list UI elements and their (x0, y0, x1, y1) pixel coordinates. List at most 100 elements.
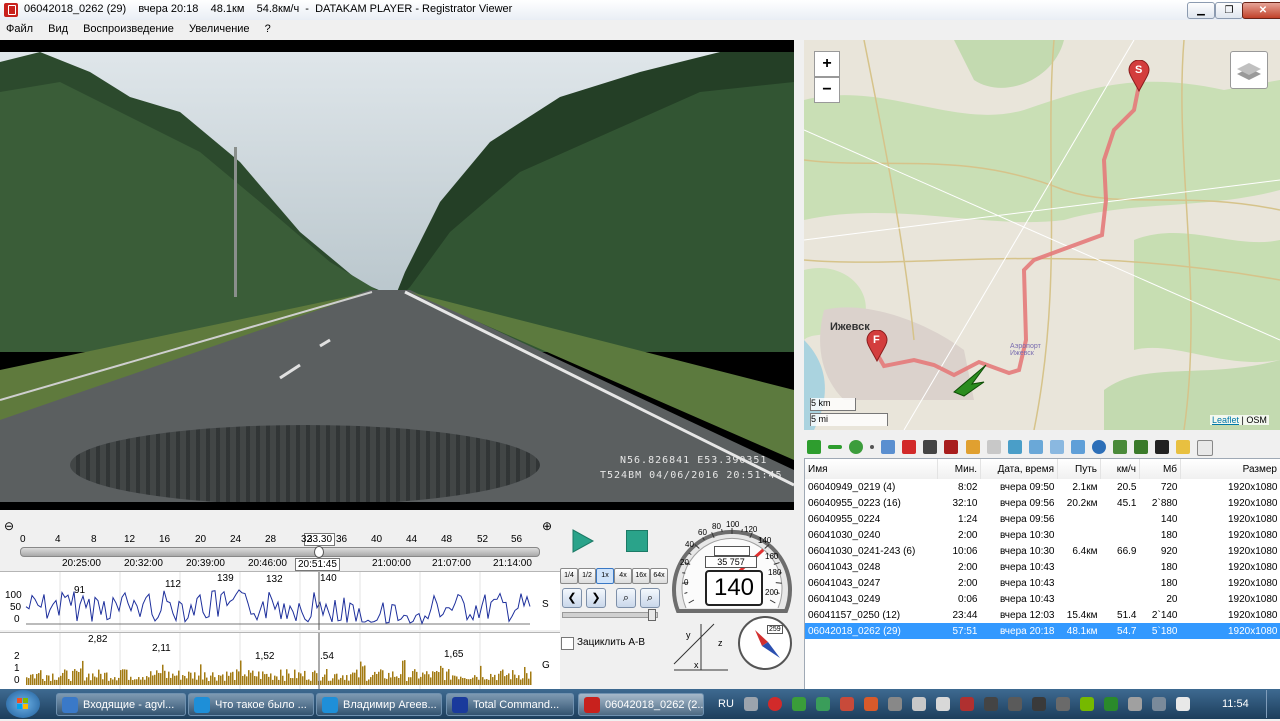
tray-tool-icon[interactable] (888, 697, 902, 711)
column-speed[interactable]: км/ч (1101, 459, 1140, 479)
speed-graph[interactable]: 100 50 0 S 91 112 139 132 140 (0, 571, 560, 630)
cut-icon[interactable] (987, 440, 1001, 454)
refresh-icon[interactable] (849, 440, 863, 454)
layers-button[interactable] (1230, 51, 1268, 89)
add-icon[interactable] (807, 440, 821, 454)
map-zoom-in-button[interactable]: + (814, 51, 840, 77)
column-datetime[interactable]: Дата, время (981, 459, 1058, 479)
next-frame-button[interactable]: ❯ (586, 588, 606, 608)
table-row[interactable]: 06040949_0219 (4)8:02вчера 09:502.1км20.… (805, 479, 1280, 495)
tray-monitor-icon[interactable] (984, 697, 998, 711)
volume-thumb[interactable] (648, 609, 656, 621)
table-row[interactable]: 06040955_0223 (16)32:10вчера 09:5620.2км… (805, 495, 1280, 511)
zoom-video-button[interactable]: ⌕ (616, 588, 636, 608)
menu-file[interactable]: Файл (0, 20, 39, 38)
export-icon[interactable] (944, 440, 958, 454)
table-row[interactable]: 06041030_02402:00вчера 10:301801920x1080 (805, 527, 1280, 543)
task-mail[interactable]: Входящие - agvl... (56, 693, 186, 716)
task-ie-2[interactable]: Владимир Агеев... (316, 693, 442, 716)
maximize-button[interactable]: ❐ (1215, 2, 1243, 19)
map-icon[interactable] (1134, 440, 1148, 454)
leaflet-link[interactable]: Leaflet (1212, 415, 1239, 425)
column-distance[interactable]: Путь (1058, 459, 1101, 479)
tray-green-icon[interactable] (1104, 697, 1118, 711)
clock[interactable]: 11:54 (1222, 698, 1249, 710)
language-indicator[interactable]: RU (718, 698, 734, 710)
table-row[interactable]: 06041157_0250 (12)23:44вчера 12:0315.4км… (805, 607, 1280, 623)
tray-mail-icon[interactable] (816, 697, 830, 711)
speed-4x-button[interactable]: 4x (614, 568, 632, 584)
save-icon[interactable] (923, 440, 937, 454)
table-row[interactable]: 06041043_02472:00вчера 10:431801920x1080 (805, 575, 1280, 591)
tray-vpn-icon[interactable] (792, 697, 806, 711)
table-row[interactable]: 06041030_0241-243 (6)10:06вчера 10:306.4… (805, 543, 1280, 559)
column-minutes[interactable]: Мин. (938, 459, 981, 479)
table-row[interactable]: 06040955_02241:24вчера 09:561401920x1080 (805, 511, 1280, 527)
speed-1x-button[interactable]: 1x (596, 568, 614, 584)
column-mb[interactable]: Мб (1140, 459, 1181, 479)
speed-64x-button[interactable]: 64x (650, 568, 668, 584)
remove-icon[interactable] (828, 445, 842, 449)
menu-playback[interactable]: Воспроизведение (77, 20, 180, 38)
column-resolution[interactable]: Размер (1181, 459, 1280, 479)
tray-media-icon[interactable] (960, 697, 974, 711)
ab-loop-checkbox[interactable] (561, 637, 574, 650)
zoom-in-icon[interactable]: ⊕ (542, 519, 552, 533)
film-icon[interactable] (1155, 440, 1169, 454)
menu-help[interactable]: ? (259, 20, 277, 38)
tray-doc-icon[interactable] (1008, 697, 1022, 711)
tray-nvidia-icon[interactable] (1080, 697, 1094, 711)
tray-antivirus-icon[interactable] (864, 697, 878, 711)
menu-view[interactable]: Вид (42, 20, 74, 38)
folder-icon[interactable] (1176, 440, 1190, 454)
table-row[interactable]: 06042018_0262 (29)57:51вчера 20:1848.1км… (805, 623, 1280, 639)
table-row[interactable]: 06041043_02490:06вчера 10:43201920x1080 (805, 591, 1280, 607)
map-zoom-out-button[interactable]: − (814, 77, 840, 103)
copy-icon[interactable] (881, 440, 895, 454)
prev-frame-button[interactable]: ❮ (562, 588, 582, 608)
show-desktop-button[interactable] (1266, 690, 1279, 718)
task-total-commander[interactable]: Total Command... (446, 693, 574, 716)
column-name[interactable]: Имя (805, 459, 938, 479)
timeline-thumb[interactable] (314, 546, 324, 558)
task-datakam[interactable]: 06042018_0262 (2... (578, 693, 704, 716)
tray-window-icon[interactable] (936, 697, 950, 711)
arrow-icon[interactable] (966, 440, 980, 454)
volume-slider[interactable] (562, 612, 658, 618)
tray-shield-icon[interactable] (1056, 697, 1070, 711)
close-button[interactable]: ✕ (1242, 2, 1280, 19)
tray-app-icon[interactable] (840, 697, 854, 711)
timeline-slider[interactable] (20, 547, 540, 557)
play-icon[interactable] (570, 528, 596, 554)
tray-usb-icon[interactable] (1128, 697, 1142, 711)
gsensor-graph[interactable]: 2 1 0 G 2,82 2,11 1,52 .54 1,65 (0, 632, 560, 689)
stop-icon[interactable] (626, 530, 648, 552)
speed-16x-button[interactable]: 16x (632, 568, 650, 584)
file-list[interactable]: Имя Мин. Дата, время Путь км/ч Мб Размер… (804, 458, 1280, 690)
tray-network-icon[interactable] (1152, 697, 1166, 711)
globe-icon[interactable] (1092, 440, 1106, 454)
insert-icon[interactable] (1008, 440, 1022, 454)
tray-help-icon[interactable] (744, 697, 758, 711)
zoom-fit-button[interactable]: ⌕ (640, 588, 660, 608)
window-icon[interactable] (1050, 440, 1064, 454)
speed-half-button[interactable]: 1/2 (578, 568, 596, 584)
tray-s-icon[interactable] (1032, 697, 1046, 711)
image-icon[interactable] (1113, 440, 1127, 454)
document-icon[interactable] (1197, 440, 1213, 456)
minimize-button[interactable]: ▁ (1187, 2, 1215, 19)
video-frame[interactable]: N56.826841 E53.390351 T524BM 04/06/2016 … (0, 40, 794, 510)
tray-flag-icon[interactable] (1176, 697, 1190, 711)
table-row[interactable]: 06041043_02482:00вчера 10:431801920x1080 (805, 559, 1280, 575)
route-map[interactable]: + − S F Ижевск Аэропорт Ижевск 5 km 5 mi… (804, 40, 1280, 430)
start-button[interactable] (6, 690, 40, 718)
tray-pen-icon[interactable] (912, 697, 926, 711)
menu-zoom[interactable]: Увеличение (183, 20, 256, 38)
tray-opera-icon[interactable] (768, 697, 782, 711)
speed-quarter-button[interactable]: 1/4 (560, 568, 578, 584)
delete-icon[interactable] (902, 440, 916, 454)
zoom-out-icon[interactable]: ⊖ (4, 519, 14, 533)
task-ie-1[interactable]: Что такое было ... (188, 693, 314, 716)
grid-icon[interactable] (1071, 440, 1085, 454)
select-icon[interactable] (1029, 440, 1043, 454)
